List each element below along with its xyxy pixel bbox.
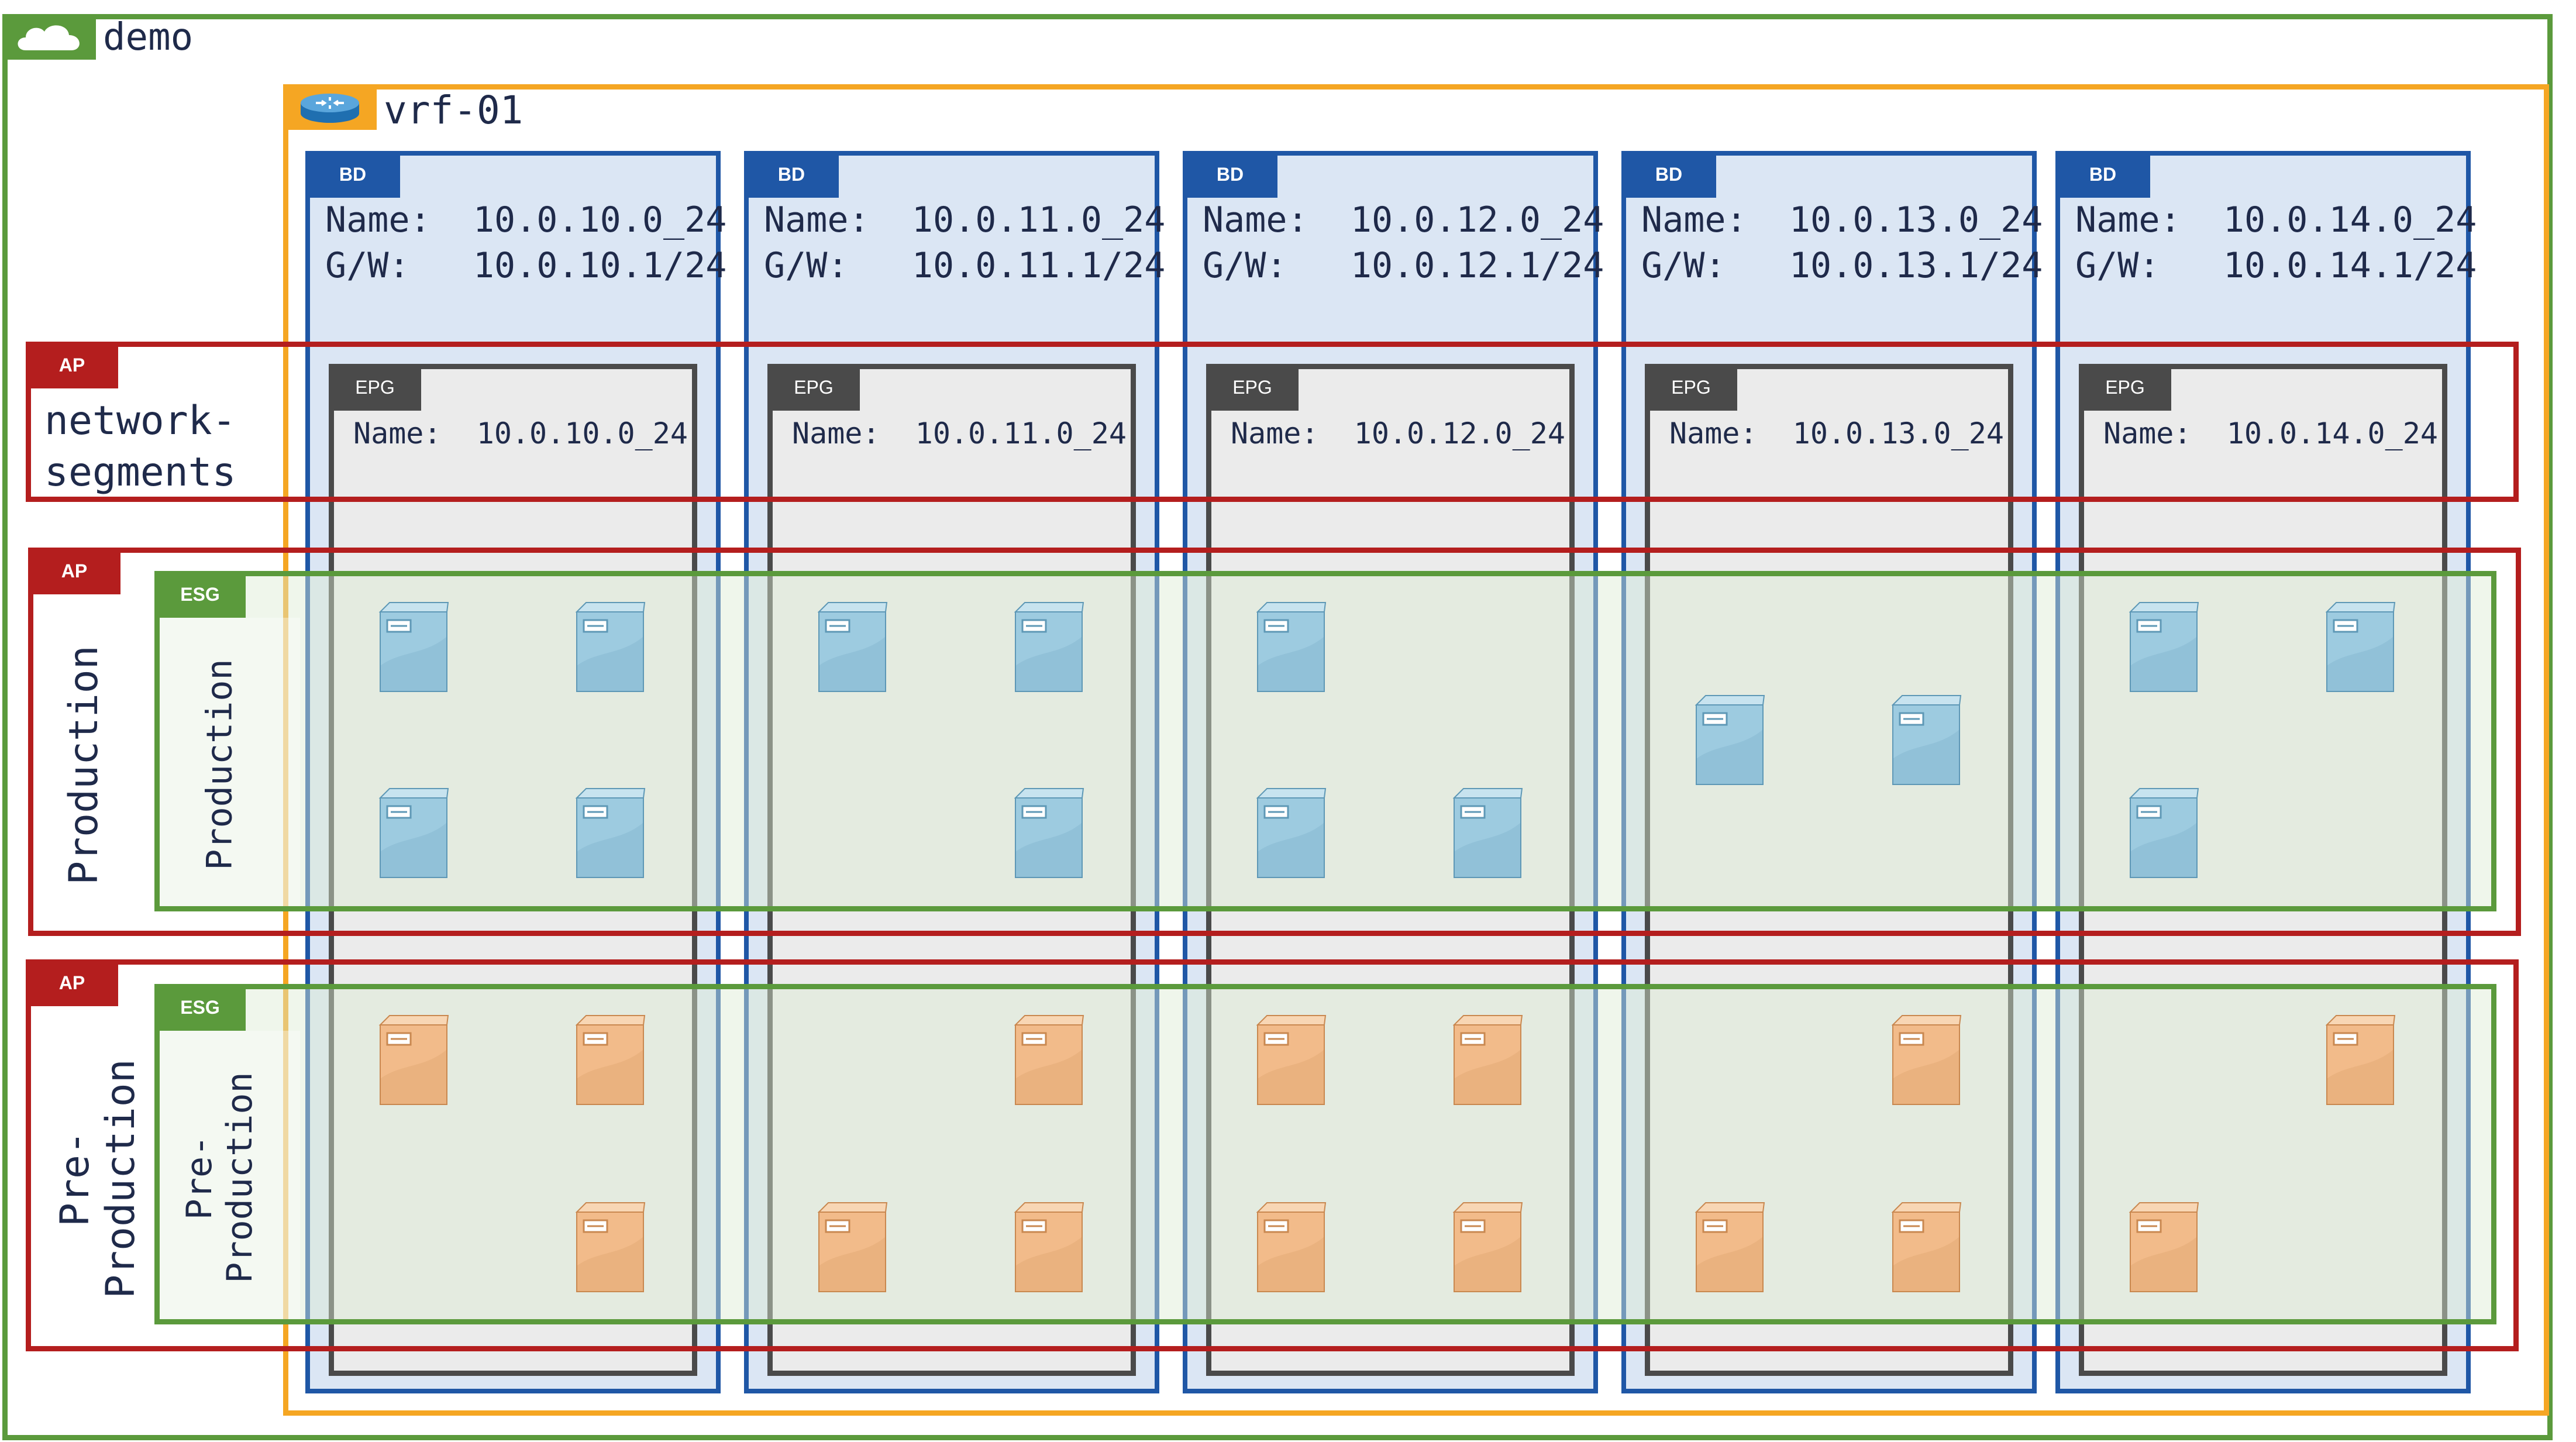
- vrf-name: vrf-01: [384, 88, 524, 133]
- production-server-icon: [378, 602, 449, 692]
- bd-name: Name: 10.0.14.0_24: [2075, 199, 2477, 240]
- bd-tag: BD: [1183, 151, 1277, 198]
- preproduction-server-icon: [1891, 1015, 1962, 1105]
- preproduction-server-icon: [1256, 1015, 1327, 1105]
- preproduction-server-icon: [1256, 1202, 1327, 1292]
- bd-tag: BD: [305, 151, 400, 198]
- preproduction-server-icon: [1014, 1202, 1084, 1292]
- production-server-icon: [1452, 788, 1523, 878]
- production-server-icon: [378, 788, 449, 878]
- production-server-icon: [1014, 602, 1084, 692]
- production-server-icon: [1891, 695, 1962, 785]
- preproduction-server-icon: [575, 1015, 646, 1105]
- bd-tag: BD: [1621, 151, 1716, 198]
- preproduction-server-icon: [1695, 1202, 1765, 1292]
- preproduction-server-icon: [1891, 1202, 1962, 1292]
- cloud-icon: [18, 25, 80, 50]
- preproduction-server-icon: [378, 1015, 449, 1105]
- preproduction-server-icon: [1452, 1202, 1523, 1292]
- preproduction-server-icon: [2325, 1015, 2396, 1105]
- router-icon: [301, 94, 359, 123]
- bd-gateway: G/W: 10.0.12.1/24: [1203, 245, 1604, 286]
- bd-gateway: G/W: 10.0.14.1/24: [2075, 245, 2477, 286]
- tenant-name: demo: [103, 16, 194, 59]
- production-server-icon: [2129, 602, 2199, 692]
- bd-name: Name: 10.0.12.0_24: [1203, 199, 1604, 240]
- ap-name: Production: [60, 645, 107, 885]
- ap-tag: AP: [26, 959, 118, 1006]
- production-server-icon: [575, 602, 646, 692]
- production-server-icon: [1014, 788, 1084, 878]
- production-server-icon: [2129, 788, 2199, 878]
- production-server-icon: [2325, 602, 2396, 692]
- ap-name: Pre- Production: [51, 1059, 144, 1299]
- production-server-icon: [575, 788, 646, 878]
- bd-gateway: G/W: 10.0.13.1/24: [1641, 245, 2043, 286]
- preproduction-server-icon: [1014, 1015, 1084, 1105]
- preproduction-server-icon: [1452, 1015, 1523, 1105]
- bd-tag: BD: [2055, 151, 2150, 198]
- preproduction-server-icon: [817, 1202, 888, 1292]
- bd-gateway: G/W: 10.0.10.1/24: [325, 245, 727, 286]
- bd-gateway: G/W: 10.0.11.1/24: [764, 245, 1166, 286]
- production-server-icon: [1256, 788, 1327, 878]
- ap-tag: AP: [28, 548, 120, 594]
- preproduction-server-icon: [575, 1202, 646, 1292]
- application-profile-0: [26, 342, 2519, 502]
- production-server-icon: [1695, 695, 1765, 785]
- production-server-icon: [817, 602, 888, 692]
- preproduction-server-icon: [2129, 1202, 2199, 1292]
- production-server-icon: [1256, 602, 1327, 692]
- ap-name: network- segments: [44, 398, 236, 496]
- bd-name: Name: 10.0.10.0_24: [325, 199, 727, 240]
- bd-name: Name: 10.0.13.0_24: [1641, 199, 2043, 240]
- bd-tag: BD: [744, 151, 839, 198]
- ap-tag: AP: [26, 342, 118, 388]
- bd-name: Name: 10.0.11.0_24: [764, 199, 1166, 240]
